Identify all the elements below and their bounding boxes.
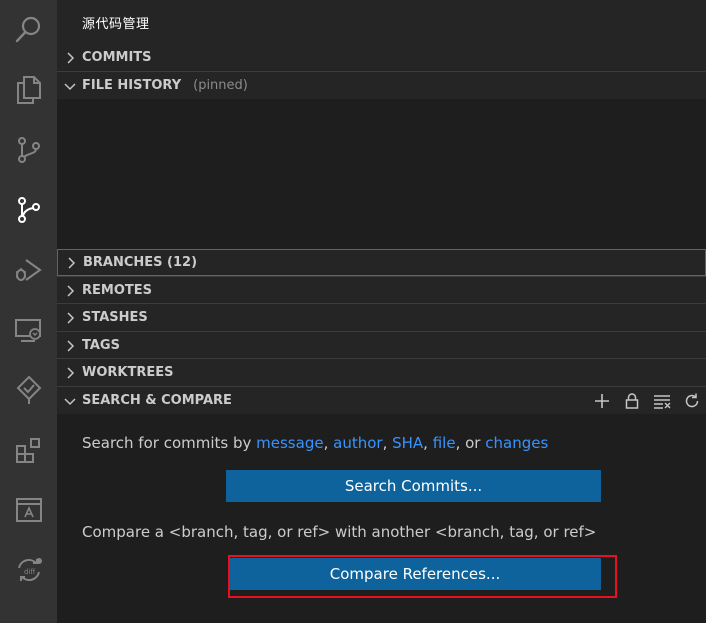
search-commits-button[interactable]: Search Commits... xyxy=(226,470,601,502)
section-file-history[interactable]: FILE HISTORY (pinned) xyxy=(57,72,706,99)
section-label: REMOTES xyxy=(82,283,152,298)
file-link[interactable]: file xyxy=(433,434,456,452)
section-label: STASHES xyxy=(82,310,148,325)
section-label: FILE HISTORY xyxy=(82,78,182,93)
extensions-icon[interactable] xyxy=(0,424,57,476)
or-text: or xyxy=(465,434,481,452)
section-label: SEARCH & COMPARE xyxy=(82,393,232,408)
author-link[interactable]: author xyxy=(333,434,382,452)
sha-link[interactable]: SHA xyxy=(392,434,423,452)
search-prefix-text: Search for commits by xyxy=(82,434,252,452)
gitlens-inspect-icon[interactable] xyxy=(0,364,57,416)
section-worktrees[interactable]: WORKTREES xyxy=(57,359,706,386)
gitlens-icon[interactable] xyxy=(0,184,57,236)
chevron-right-icon xyxy=(62,283,78,299)
compare-description: Compare a <branch, tag, or ref> with ano… xyxy=(82,523,597,541)
section-label: WORKTREES xyxy=(82,365,174,380)
section-remotes[interactable]: REMOTES xyxy=(57,277,706,304)
refresh-icon[interactable] xyxy=(680,389,704,413)
sync-diff-icon[interactable]: diff xyxy=(0,544,57,596)
add-icon[interactable] xyxy=(590,389,614,413)
chevron-right-icon xyxy=(62,338,78,354)
pinned-badge: (pinned) xyxy=(193,78,248,93)
explorer-icon[interactable] xyxy=(0,64,57,116)
file-history-content xyxy=(57,99,706,249)
lock-icon[interactable] xyxy=(620,389,644,413)
chevron-right-icon xyxy=(62,310,78,326)
section-label: TAGS xyxy=(82,338,120,353)
highlight-box xyxy=(228,555,617,598)
section-stashes[interactable]: STASHES xyxy=(57,304,706,331)
message-link[interactable]: message xyxy=(256,434,323,452)
chevron-right-icon xyxy=(62,365,78,381)
activity-bar: diff xyxy=(0,0,57,623)
sidebar-title: 源代码管理 xyxy=(82,17,150,32)
search-description: Search for commits by message, author, S… xyxy=(82,434,549,452)
run-debug-icon[interactable] xyxy=(0,244,57,296)
section-search-compare[interactable]: SEARCH & COMPARE xyxy=(57,387,706,414)
section-label: COMMITS xyxy=(82,50,152,65)
section-label: BRANCHES (12) xyxy=(83,255,198,270)
section-tags[interactable]: TAGS xyxy=(57,332,706,359)
search-compare-content: Search for commits by message, author, S… xyxy=(57,414,706,623)
remote-explorer-icon[interactable] xyxy=(0,304,57,356)
sidebar: 源代码管理 COMMITS FILE HISTORY (pinned) BRAN… xyxy=(57,0,706,623)
chevron-down-icon xyxy=(62,78,78,94)
chevron-right-icon xyxy=(62,50,78,66)
section-actions xyxy=(590,387,704,414)
section-commits[interactable]: COMMITS xyxy=(57,44,706,71)
search-icon[interactable] xyxy=(0,4,57,56)
svg-text:diff: diff xyxy=(24,568,35,576)
section-branches[interactable]: BRANCHES (12) xyxy=(57,249,706,276)
changes-link[interactable]: changes xyxy=(485,434,548,452)
chevron-down-icon xyxy=(62,393,78,409)
chevron-right-icon xyxy=(63,255,79,271)
source-control-icon[interactable] xyxy=(0,124,57,176)
preview-icon[interactable] xyxy=(0,484,57,536)
clear-all-icon[interactable] xyxy=(650,389,674,413)
